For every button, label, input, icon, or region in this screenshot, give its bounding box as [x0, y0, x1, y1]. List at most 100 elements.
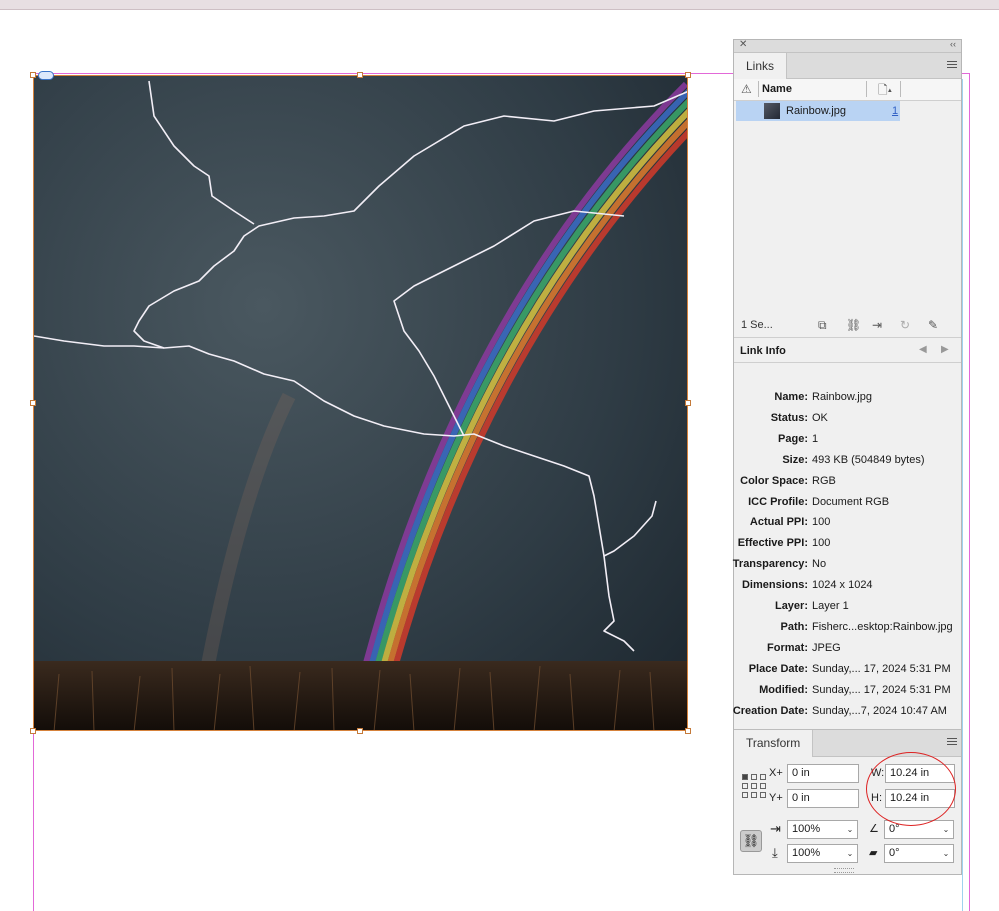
close-icon[interactable]: ✕ — [739, 39, 747, 50]
link-info-row: Layer: Layer 1 — [734, 600, 961, 621]
link-info-key: ICC Profile: — [748, 495, 808, 508]
link-info-value: 1 — [812, 432, 819, 445]
column-name[interactable]: Name — [762, 83, 792, 95]
links-toolbar: 1 Se... ⧉ ⛓ ⇥ ↻ ✎ — [734, 313, 961, 338]
scale-x-icon: ⇥ — [770, 821, 781, 836]
resize-handle-tm[interactable] — [357, 72, 363, 78]
y-field[interactable]: 0 in — [787, 789, 859, 808]
link-info-value: 100 — [812, 537, 831, 550]
links-transform-panel: ✕ ‹‹ Links ⚠ Name 🗋▴ Rainbow.jpg 1 1 Se.… — [733, 39, 962, 875]
bleed-guide — [962, 79, 963, 911]
resize-handle-tl[interactable] — [30, 72, 36, 78]
link-page-number[interactable]: 1 — [892, 105, 898, 117]
resize-handle-mr[interactable] — [685, 400, 691, 406]
panel-title-bar: ✕ ‹‹ — [734, 39, 961, 53]
link-badge-icon[interactable] — [38, 71, 54, 80]
link-info-row: Page: 1 — [734, 433, 961, 454]
link-info-value: Fisherc...esktop:Rainbow.jpg — [812, 620, 953, 633]
rotation-dropdown-icon[interactable]: ⌄ — [939, 820, 954, 839]
selection-count[interactable]: 1 Se... — [741, 319, 773, 331]
scale-y-dropdown-icon[interactable]: ⌄ — [843, 844, 858, 863]
resize-handle-tr[interactable] — [685, 72, 691, 78]
link-info-value: No — [812, 558, 827, 571]
link-info-header[interactable]: Link Info ◀ ▶ — [734, 340, 961, 363]
panel-resize-grip[interactable] — [834, 868, 854, 873]
link-info-value: 493 KB (504849 bytes) — [812, 453, 925, 466]
link-info-row: Dimensions: 1024 x 1024 — [734, 579, 961, 600]
link-info-key: Transparency: — [732, 558, 808, 571]
prev-link-icon[interactable]: ◀ — [919, 344, 927, 355]
tab-transform[interactable]: Transform — [734, 730, 814, 757]
shear-icon: ▰ — [869, 847, 878, 859]
relink-cc-icon[interactable]: ⧉ — [818, 318, 827, 333]
constrain-proportions-icon[interactable]: ⛓ — [740, 830, 762, 852]
link-info-row: Status: OK — [734, 412, 961, 433]
link-info-value: OK — [812, 411, 828, 424]
x-field[interactable]: 0 in — [787, 764, 859, 783]
edit-original-icon[interactable]: ✎ — [928, 318, 938, 332]
link-info-row: Size: 493 KB (504849 bytes) — [734, 454, 961, 475]
link-info-row: Actual PPI: 100 — [734, 516, 961, 537]
warning-icon[interactable]: ⚠ — [741, 82, 752, 96]
link-info-value: 100 — [812, 516, 831, 529]
link-info-value: Sunday,... 17, 2024 5:31 PM — [812, 662, 951, 675]
next-link-icon[interactable]: ▶ — [941, 344, 949, 355]
link-info-row: Format: JPEG — [734, 642, 961, 663]
link-info-row: Effective PPI: 100 — [734, 537, 961, 558]
link-info-row: Color Space: RGB — [734, 475, 961, 496]
update-link-icon[interactable]: ↻ — [900, 318, 910, 332]
goto-link-icon[interactable]: ⇥ — [872, 318, 882, 332]
shear-dropdown-icon[interactable]: ⌄ — [939, 844, 954, 863]
link-info-key: Place Date: — [748, 662, 808, 675]
tab-links[interactable]: Links — [734, 53, 788, 79]
link-info-row: ICC Profile: Document RGB — [734, 496, 961, 517]
link-info-title: Link Info — [740, 345, 786, 357]
resize-handle-bl[interactable] — [30, 728, 36, 734]
link-info-row: Place Date: Sunday,... 17, 2024 5:31 PM — [734, 663, 961, 684]
reference-point-icon[interactable] — [742, 774, 768, 800]
link-info-row: Creation Date: Sunday,...7, 2024 10:47 AM — [732, 704, 961, 726]
link-info-value: Rainbow.jpg — [812, 391, 872, 403]
link-info-value: Sunday,...7, 2024 10:47 AM — [812, 704, 947, 717]
link-info-key: Modified: — [759, 683, 808, 696]
panel-menu-icon[interactable] — [947, 61, 957, 70]
resize-handle-bm[interactable] — [357, 728, 363, 734]
link-row[interactable]: Rainbow.jpg 1 — [736, 101, 900, 121]
link-thumbnail — [764, 103, 780, 119]
scale-x-dropdown-icon[interactable]: ⌄ — [843, 820, 858, 839]
document-tab-strip — [0, 0, 999, 10]
relink-icon[interactable]: ⛓ — [846, 318, 861, 332]
link-info-key: Actual PPI: — [749, 516, 808, 529]
link-info-row: Transparency: No — [732, 558, 961, 579]
transform-tab-bar: Transform — [734, 730, 961, 757]
link-info-key: Color Space: — [740, 474, 808, 487]
resize-handle-br[interactable] — [685, 728, 691, 734]
collapse-icon[interactable]: ‹‹ — [950, 39, 956, 49]
link-info-key: Name: — [774, 391, 808, 403]
scale-y-icon: ⤓ — [772, 845, 778, 860]
page-column-icon[interactable]: 🗋▴ — [878, 81, 892, 102]
transform-menu-icon[interactable] — [947, 738, 957, 747]
link-info-key: Layer: — [774, 600, 808, 612]
placed-image-frame[interactable] — [33, 75, 688, 731]
resize-handle-ml[interactable] — [30, 400, 36, 406]
link-info-key: Format: — [767, 641, 808, 654]
shear-field[interactable]: 0° — [884, 844, 940, 863]
link-name: Rainbow.jpg — [786, 105, 846, 117]
link-info-key: Creation Date: — [732, 704, 808, 717]
link-info-key: Dimensions: — [741, 579, 808, 592]
x-label: X+ — [769, 767, 783, 779]
link-info-value: RGB — [812, 474, 836, 487]
link-info-key: Size: — [782, 453, 808, 466]
scale-y-field[interactable]: 100% — [787, 844, 844, 863]
link-info-row: Modified: Sunday,... 17, 2024 5:31 PM — [734, 684, 961, 705]
link-info-value: 1024 x 1024 — [812, 579, 873, 592]
link-info-row: Path: Fisherc...esktop:Rainbow.jpg — [734, 621, 961, 642]
links-column-header: ⚠ Name 🗋▴ — [734, 79, 961, 101]
link-info-value: Sunday,... 17, 2024 5:31 PM — [812, 683, 951, 696]
link-info-key: Path: — [780, 620, 809, 633]
link-info-key: Status: — [770, 411, 808, 424]
scale-x-field[interactable]: 100% — [787, 820, 844, 839]
link-info-key: Page: — [778, 432, 808, 445]
rotate-icon: ∠ — [869, 823, 879, 835]
